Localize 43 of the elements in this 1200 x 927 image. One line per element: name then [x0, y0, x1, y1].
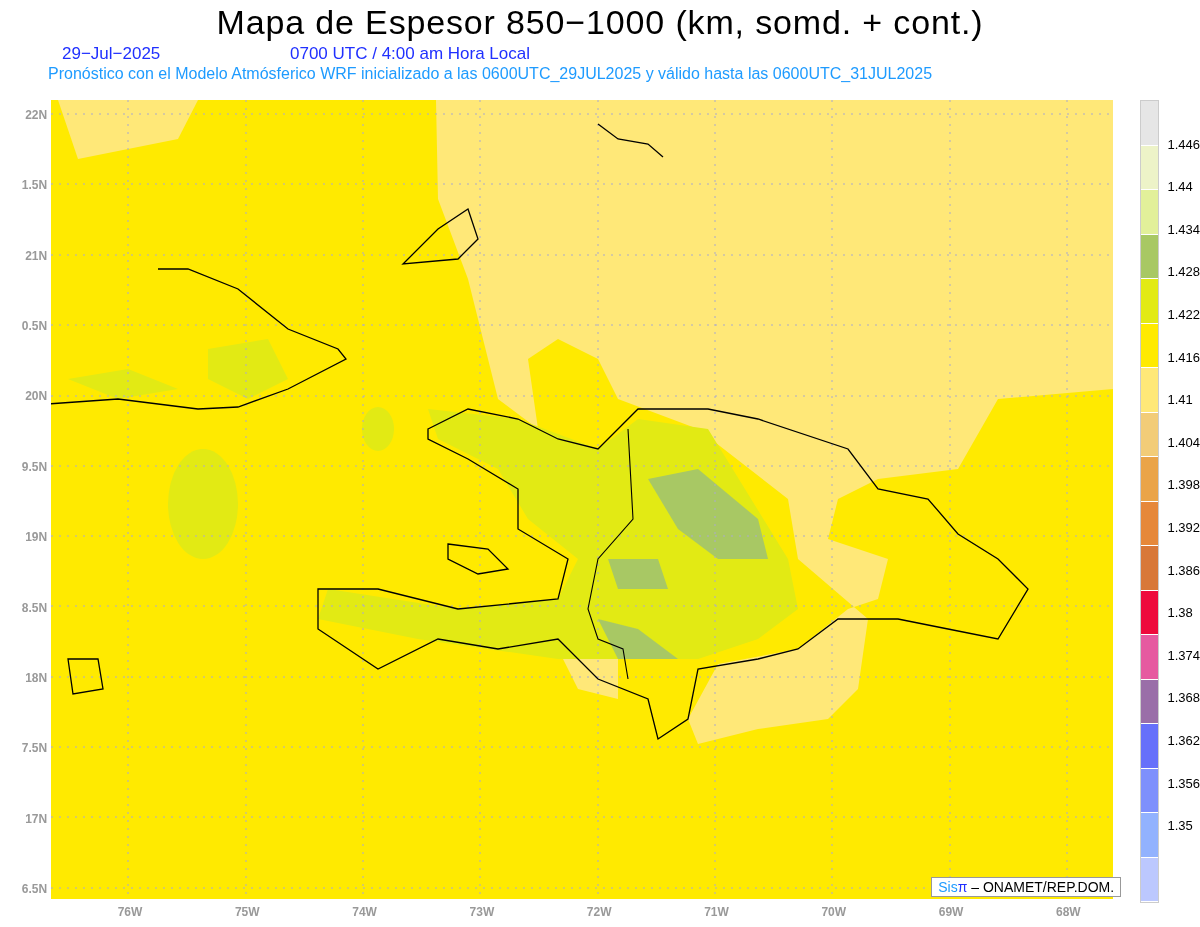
latitude-label: 7.5N [21, 740, 48, 758]
latitude-label: 18N [25, 669, 48, 687]
forecast-description: Pronóstico con el Modelo Atmósferico WRF inicializado a las 0600UTC_29JUL2025 y válido hasta las 0600UTC_31JUL2025 [47, 64, 934, 84]
legend-value: 1.428 [1167, 264, 1200, 281]
legend-value: 1.398 [1167, 477, 1200, 494]
longitude-label: 70W [820, 904, 848, 921]
latitude-label: 22N [25, 107, 48, 124]
legend-value: 1.422 [1167, 307, 1200, 323]
map-title: Mapa de Espesor 850−1000 (km, somd. + cont.) [216, 2, 984, 43]
latitude-label: 8.5N [21, 599, 48, 617]
legend-value: 1.416 [1167, 349, 1200, 366]
date-label: 29−Jul−2025 [62, 44, 162, 64]
legend-value: 1.38 [1167, 605, 1194, 622]
longitude-label: 71W [703, 904, 730, 921]
latitude-label: 9.5N [21, 458, 48, 476]
latitude-label: 20N [25, 388, 48, 406]
legend-value: 1.374 [1167, 647, 1200, 664]
legend-value: 1.404 [1167, 434, 1200, 451]
legend-value: 1.44 [1167, 179, 1194, 196]
legend-value: 1.446 [1167, 136, 1200, 153]
legend-value: 1.362 [1167, 732, 1200, 749]
longitude-label: 68W [1055, 904, 1082, 921]
legend-value: 1.41 [1167, 392, 1194, 409]
latitude-label: 1.5N [21, 177, 48, 195]
latitude-label: 17N [25, 810, 48, 828]
credit-label: Sisπ – ONAMET/REP.DOM. [931, 877, 1122, 897]
latitude-label: 6.5N [21, 880, 48, 898]
latitude-label: 21N [25, 247, 48, 265]
time-label: 0700 UTC / 4:00 am Hora Local [290, 44, 530, 64]
legend-value: 1.356 [1167, 775, 1200, 792]
longitude-label: 72W [585, 904, 613, 921]
longitude-label: 74W [351, 904, 378, 921]
longitude-label: 69W [937, 904, 965, 921]
legend-value: 1.386 [1167, 562, 1200, 579]
legend-value: 1.434 [1167, 221, 1200, 238]
longitude-label: 75W [233, 904, 261, 921]
longitude-label: 76W [116, 904, 144, 921]
legend-value: 1.392 [1167, 519, 1200, 536]
latitude-label: 19N [25, 529, 48, 547]
legend-value: 1.368 [1167, 690, 1200, 707]
legend-value: 1.35 [1167, 818, 1194, 835]
longitude-label: 73W [468, 904, 496, 921]
latitude-label: 0.5N [21, 318, 48, 336]
